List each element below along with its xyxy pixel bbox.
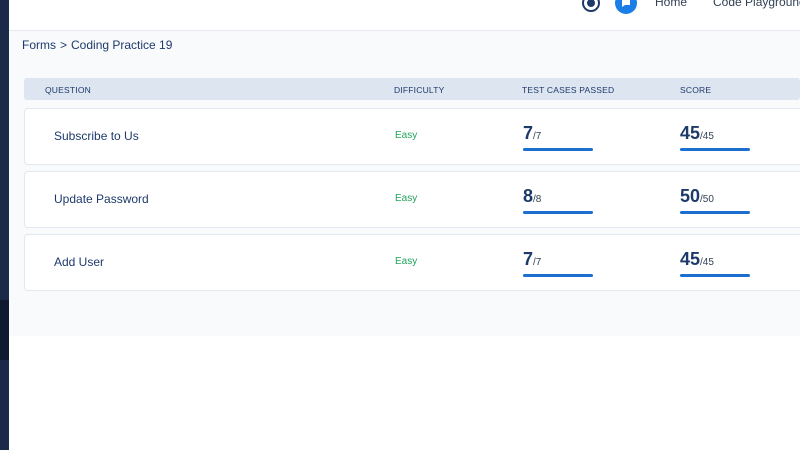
nav-code-playground-link[interactable]: Code Playground [713,0,800,9]
tests-progress-fill [523,148,593,151]
rail-band [0,300,9,360]
nav-home-link[interactable]: Home [655,0,687,9]
breadcrumb-parent[interactable]: Forms [22,38,56,52]
difficulty-badge: Easy [395,256,418,267]
question-name[interactable]: Add User [54,255,104,269]
streak-icon[interactable] [582,0,600,12]
header-score: SCORE [680,85,712,95]
score-value: 50 [680,186,701,206]
score-progress-bar [680,274,750,277]
score-value: 45 [680,249,701,269]
tests-passed-value: 7 [523,123,534,143]
table-row[interactable]: Subscribe to Us Easy 7/7 45/45 [24,108,800,165]
difficulty-badge: Easy [395,193,418,204]
breadcrumb-current: Coding Practice 19 [71,38,173,52]
score-metric: 45/45 [680,123,752,151]
difficulty-badge: Easy [395,130,418,141]
score-total: /45 [700,257,714,268]
tests-total: /7 [533,257,542,268]
table-row[interactable]: Update Password Easy 8/8 50/50 [24,171,800,228]
score-total: /45 [700,131,714,142]
chat-icon[interactable] [615,0,637,14]
test-cases-metric: 7/7 [523,249,595,277]
tests-progress-fill [523,211,593,214]
header-difficulty: DIFFICULTY [394,85,445,95]
test-cases-metric: 7/7 [523,123,595,151]
score-total: /50 [700,194,714,205]
top-navbar: Home Code Playground [9,0,800,31]
tests-passed-value: 8 [523,186,534,206]
score-progress-fill [680,148,750,151]
tests-passed-value: 7 [523,249,534,269]
score-metric: 50/50 [680,186,752,214]
question-name[interactable]: Subscribe to Us [54,129,139,143]
table-row[interactable]: Add User Easy 7/7 45/45 [24,234,800,291]
score-progress-bar [680,148,750,151]
tests-total: /8 [533,194,542,205]
header-test-cases: TEST CASES PASSED [522,85,615,95]
left-rail [0,0,9,450]
score-progress-fill [680,211,750,214]
score-progress-fill [680,274,750,277]
table-header: QUESTION DIFFICULTY TEST CASES PASSED SC… [24,78,800,100]
header-question: QUESTION [45,85,91,95]
tests-progress-fill [523,274,593,277]
breadcrumb: Forms > Coding Practice 19 [22,38,172,52]
score-metric: 45/45 [680,249,752,277]
tests-progress-bar [523,274,593,277]
test-cases-metric: 8/8 [523,186,595,214]
question-name[interactable]: Update Password [54,192,149,206]
score-value: 45 [680,123,701,143]
score-progress-bar [680,211,750,214]
breadcrumb-separator: > [60,38,68,52]
tests-progress-bar [523,148,593,151]
main-content: Forms > Coding Practice 19 QUESTION DIFFIC… [9,31,800,336]
tests-progress-bar [523,211,593,214]
tests-total: /7 [533,131,542,142]
